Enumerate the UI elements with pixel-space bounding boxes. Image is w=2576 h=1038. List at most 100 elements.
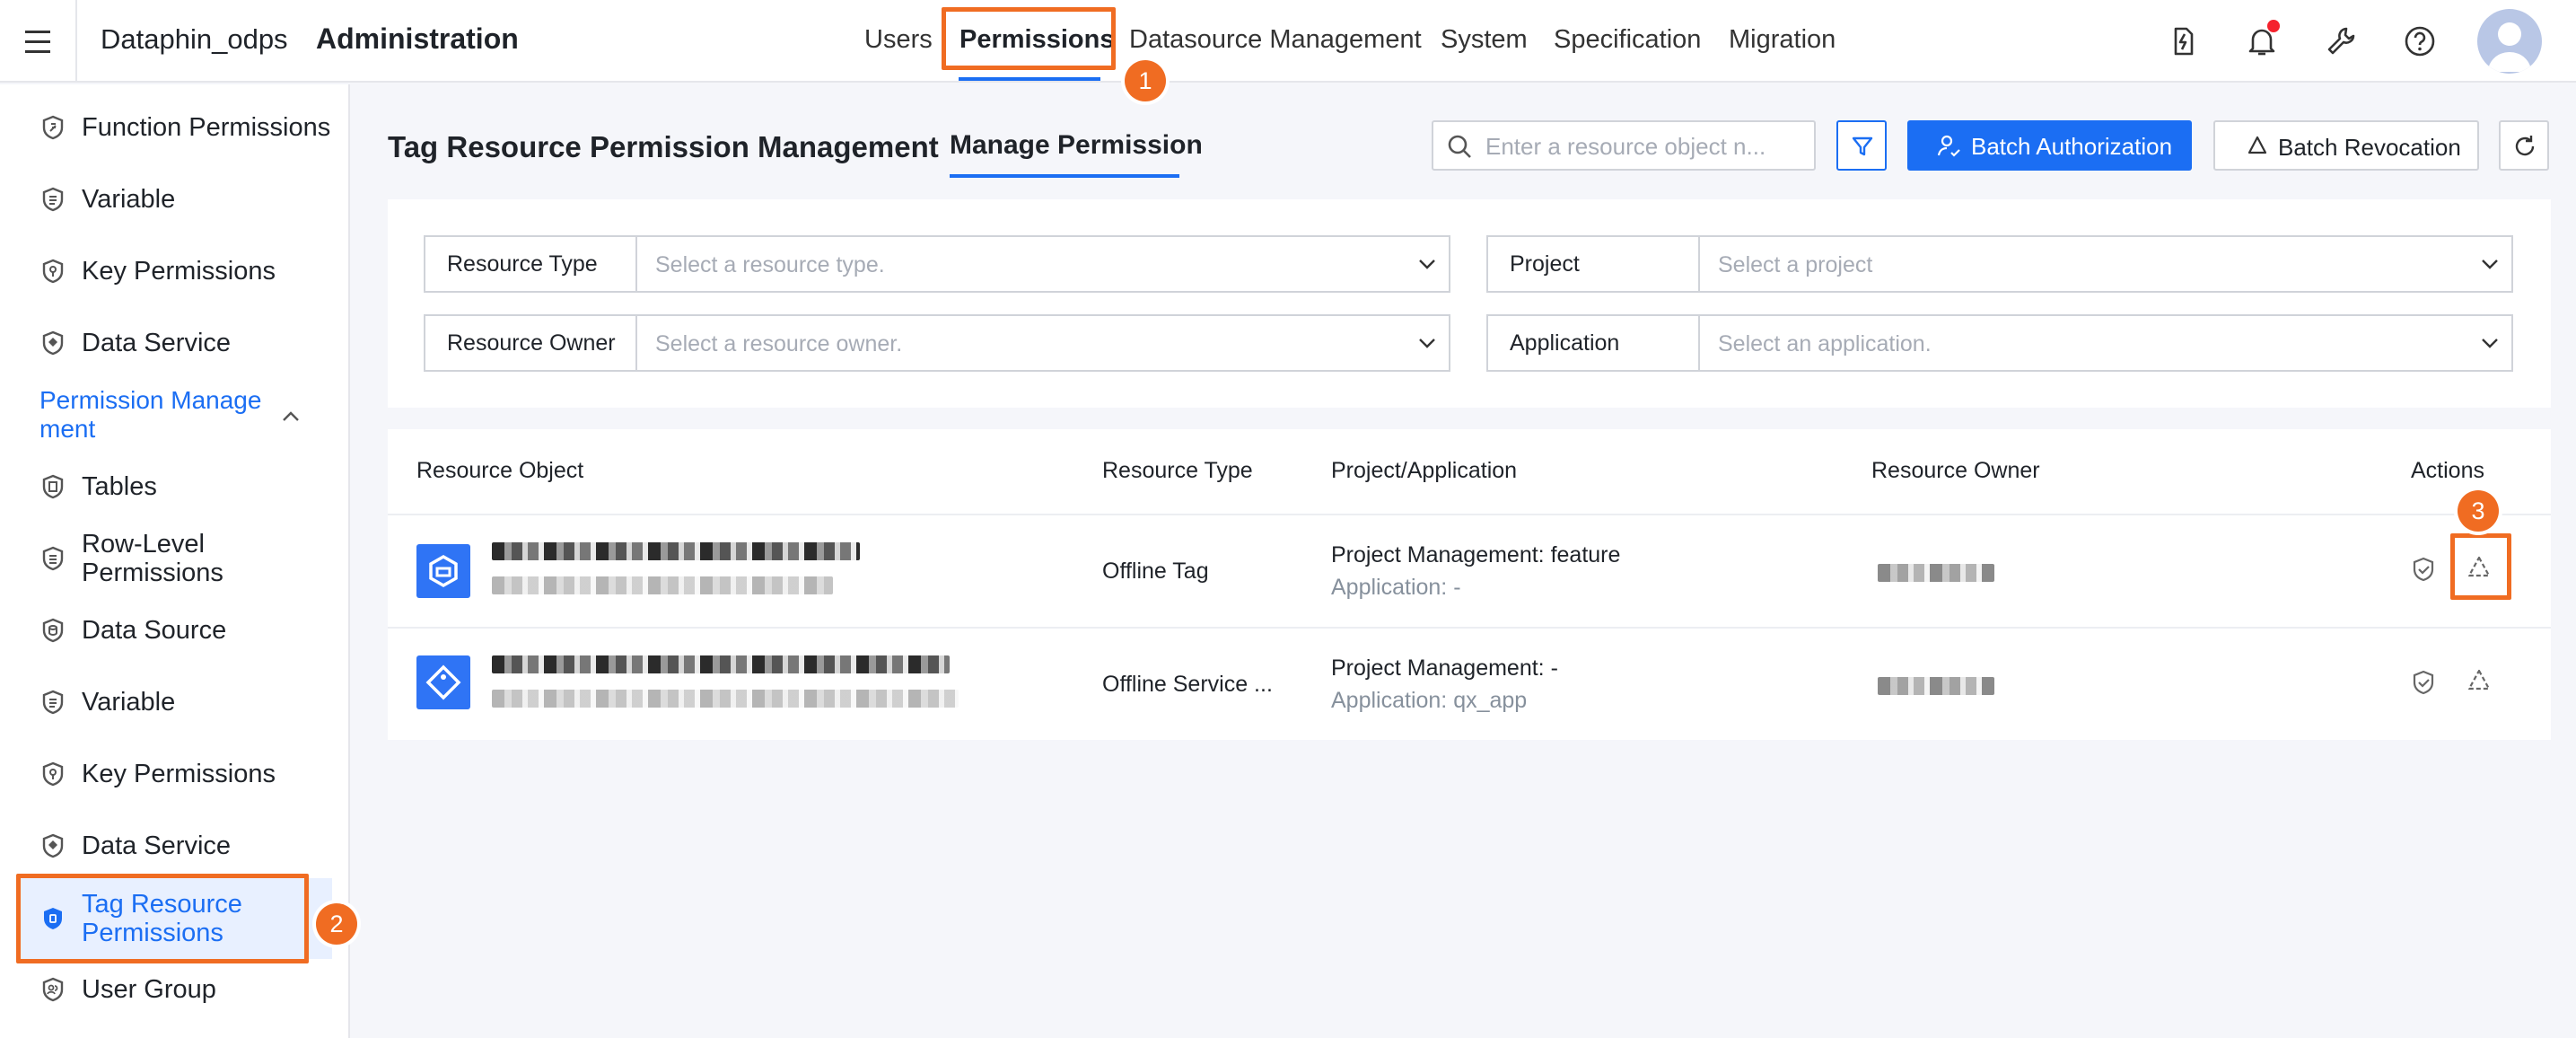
resource-type-label: Resource Type bbox=[425, 237, 637, 291]
shield-icon bbox=[42, 330, 64, 356]
row-divider bbox=[388, 514, 2551, 515]
top-bar: Dataphin_odps Administration Users Permi… bbox=[0, 0, 2576, 83]
column-header-actions: Actions bbox=[2411, 458, 2484, 483]
resource-type-cell: Offline Tag bbox=[1102, 559, 1209, 584]
batch-revocation-button[interactable]: Batch Revocation bbox=[2213, 120, 2479, 171]
resource-type-select[interactable]: Resource Type Select a resource type. bbox=[424, 235, 1450, 293]
application-cell: Application: - bbox=[1331, 575, 1461, 600]
page-title: Tag Resource Permission Management bbox=[388, 130, 939, 163]
sidebar-item-label: Tables bbox=[82, 472, 157, 501]
hamburger-menu-icon[interactable] bbox=[0, 0, 77, 83]
resource-type-placeholder: Select a resource type. bbox=[655, 252, 885, 277]
sidebar-item-data-source[interactable]: Data Source bbox=[0, 603, 332, 657]
chevron-up-icon[interactable] bbox=[280, 406, 302, 427]
sidebar-item-user-group[interactable]: User Group bbox=[0, 963, 332, 1016]
sidebar-item-label: Data Source bbox=[82, 616, 227, 645]
help-icon[interactable] bbox=[2402, 23, 2438, 59]
nav-specification[interactable]: Specification bbox=[1554, 25, 1701, 55]
resource-name-redacted[interactable] bbox=[492, 542, 860, 560]
application-placeholder: Select an application. bbox=[1718, 331, 1932, 356]
search-input[interactable] bbox=[1485, 131, 1800, 162]
refresh-icon bbox=[2515, 136, 2535, 156]
shield-icon bbox=[42, 977, 64, 1002]
sidebar-item-variable[interactable]: Variable bbox=[0, 172, 332, 226]
chevron-down-icon bbox=[1419, 339, 1435, 348]
refresh-button[interactable] bbox=[2499, 120, 2549, 171]
project-cell: Project Management: feature bbox=[1331, 542, 1621, 567]
tasks-icon[interactable] bbox=[2165, 23, 2201, 59]
user-add-icon bbox=[1937, 135, 1960, 157]
filter-button[interactable] bbox=[1836, 120, 1887, 171]
revoke-icon[interactable] bbox=[2465, 666, 2493, 695]
sidebar-item-label: Data Service bbox=[82, 831, 232, 860]
resource-type-cell: Offline Service ... bbox=[1102, 672, 1273, 697]
notification-dot bbox=[2267, 20, 2280, 32]
shield-icon bbox=[42, 833, 64, 858]
filter-panel: Resource Type Select a resource type. Pr… bbox=[388, 199, 2551, 408]
owner-redacted bbox=[1878, 677, 1994, 695]
nav-migration[interactable]: Migration bbox=[1729, 25, 1836, 55]
shield-icon bbox=[42, 761, 64, 787]
avatar[interactable] bbox=[2477, 9, 2542, 74]
application-select[interactable]: Application Select an application. bbox=[1486, 314, 2513, 372]
app-name[interactable]: Dataphin_odps bbox=[101, 23, 288, 56]
search-box[interactable] bbox=[1432, 120, 1816, 171]
sidebar-item-label: Row-Level Permissions bbox=[82, 530, 223, 587]
sidebar-item-label: Data Service bbox=[82, 329, 232, 357]
application-cell: Application: qx_app bbox=[1331, 688, 1528, 713]
sidebar-group-permission-management[interactable]: Permission Manage ment bbox=[39, 386, 291, 444]
tag-resource-icon bbox=[416, 544, 470, 598]
wrench-icon[interactable] bbox=[2323, 23, 2359, 59]
sidebar-item-row-level-permissions[interactable]: Row-Level Permissions bbox=[0, 530, 332, 587]
batch-authorization-button[interactable]: Batch Authorization bbox=[1907, 120, 2192, 171]
sidebar-item-variable-2[interactable]: Variable bbox=[0, 675, 332, 729]
highlight-permissions bbox=[942, 7, 1116, 70]
resource-name-redacted[interactable] bbox=[492, 655, 950, 673]
shield-check-icon[interactable] bbox=[2409, 555, 2438, 584]
nav-system[interactable]: System bbox=[1441, 25, 1528, 55]
project-select[interactable]: Project Select a project bbox=[1486, 235, 2513, 293]
owner-redacted bbox=[1878, 564, 1994, 582]
shield-icon bbox=[42, 187, 64, 212]
resource-table: Resource Object Resource Type Project/Ap… bbox=[388, 429, 2551, 740]
shield-check-icon[interactable] bbox=[2409, 668, 2438, 697]
nav-users[interactable]: Users bbox=[864, 25, 933, 55]
sidebar-item-data-service-2[interactable]: Data Service bbox=[0, 819, 332, 873]
resource-desc-redacted bbox=[492, 690, 959, 708]
sidebar-item-key-permissions-2[interactable]: Key Permissions bbox=[0, 747, 332, 801]
resource-owner-placeholder: Select a resource owner. bbox=[655, 331, 903, 356]
recycle-icon bbox=[2247, 136, 2267, 154]
shield-icon bbox=[42, 546, 64, 571]
sidebar-item-label: User Group bbox=[82, 975, 216, 1004]
chevron-down-icon bbox=[1419, 260, 1435, 269]
shield-icon bbox=[42, 618, 64, 643]
sidebar-item-label: Key Permissions bbox=[82, 257, 276, 286]
filter-icon bbox=[1852, 136, 1873, 156]
sidebar-item-tables[interactable]: Tables bbox=[0, 460, 332, 514]
chevron-down-icon bbox=[2482, 260, 2498, 269]
batch-authorization-label: Batch Authorization bbox=[1971, 133, 2173, 160]
shield-icon bbox=[42, 690, 64, 715]
nav-datasource-management[interactable]: Datasource Management bbox=[1129, 25, 1422, 55]
batch-revocation-label: Batch Revocation bbox=[2278, 134, 2461, 161]
section-title: Administration bbox=[316, 22, 519, 55]
sidebar-item-label: Variable bbox=[82, 688, 176, 717]
resource-owner-select[interactable]: Resource Owner Select a resource owner. bbox=[424, 314, 1450, 372]
sidebar-item-label: Key Permissions bbox=[82, 760, 276, 788]
column-header-resource-type: Resource Type bbox=[1102, 458, 1253, 483]
resource-desc-redacted bbox=[492, 576, 833, 594]
sidebar-item-key-permissions[interactable]: Key Permissions bbox=[0, 244, 332, 298]
row-divider bbox=[388, 627, 2551, 629]
tab-manage-permission[interactable]: Manage Permission bbox=[950, 130, 1203, 161]
chevron-down-icon bbox=[2482, 339, 2498, 348]
annotation-badge-2: 2 bbox=[316, 903, 357, 945]
shield-icon bbox=[42, 115, 64, 140]
sidebar-item-label: Function Permissions bbox=[82, 113, 331, 142]
sidebar-item-data-service[interactable]: Data Service bbox=[0, 316, 332, 370]
sidebar-item-function-permissions[interactable]: Function Permissions bbox=[0, 101, 332, 154]
highlight-tag-resource-permissions bbox=[16, 874, 309, 963]
resource-owner-label: Resource Owner bbox=[425, 316, 637, 370]
service-tag-icon bbox=[416, 655, 470, 709]
search-icon bbox=[1448, 135, 1471, 158]
shield-icon bbox=[42, 474, 64, 499]
